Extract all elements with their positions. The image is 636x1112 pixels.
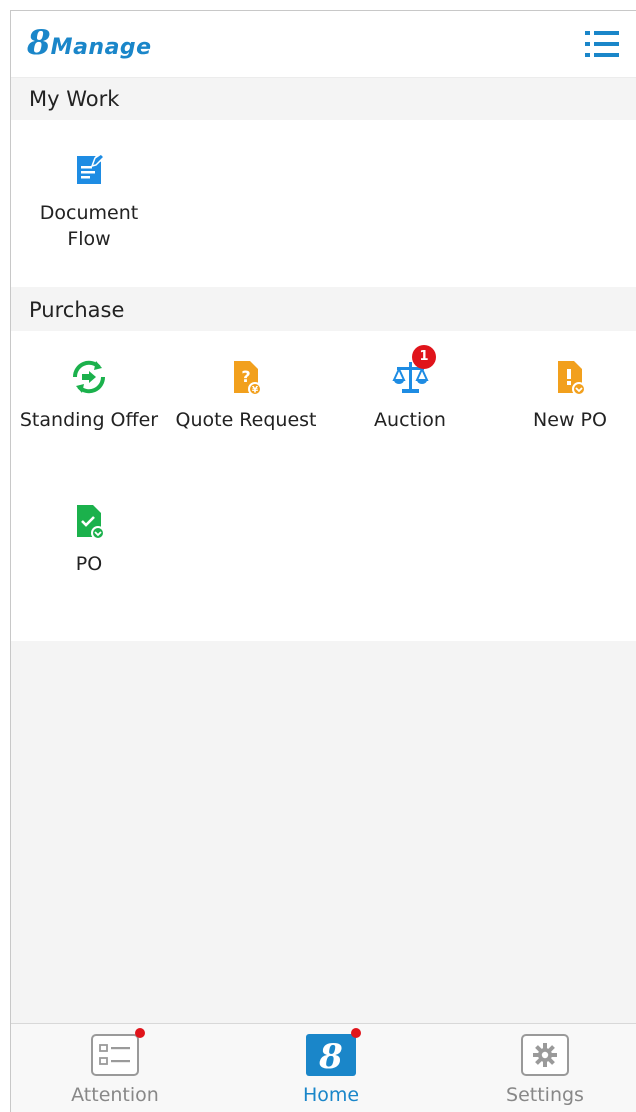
tile-label: New PO — [533, 409, 607, 431]
app-frame: 8 Manage My Work Document Flow Purchase … — [10, 10, 636, 1112]
document-edit-icon — [69, 150, 109, 190]
tab-label: Attention — [71, 1084, 159, 1106]
tab-attention[interactable]: Attention — [35, 1028, 195, 1108]
scales-icon: 1 — [390, 345, 436, 397]
quote-request-icon: ? ¥ — [226, 357, 266, 397]
my-work-panel: Document Flow — [11, 120, 636, 287]
top-bar: 8 Manage — [11, 11, 636, 78]
list-menu-icon[interactable] — [585, 29, 619, 59]
tab-home[interactable]: 8 Home — [251, 1028, 411, 1108]
bottom-nav: Attention 8 Home Settings — [11, 1023, 636, 1112]
checklist-icon — [90, 1028, 145, 1078]
tab-label: Home — [302, 1084, 360, 1106]
tile-standing-offer[interactable]: Standing Offer — [11, 357, 169, 433]
tile-label: PO — [75, 553, 103, 575]
tile-po[interactable]: PO — [11, 501, 169, 577]
standing-offer-icon — [69, 357, 109, 397]
tile-document-flow[interactable]: Document Flow — [11, 150, 169, 252]
po-document-icon — [69, 501, 109, 541]
home-glyph: 8 — [318, 1037, 343, 1077]
notification-dot — [135, 1028, 145, 1038]
svg-text:?: ? — [241, 367, 250, 386]
gear-icon — [520, 1032, 570, 1078]
tab-settings[interactable]: Settings — [465, 1032, 625, 1108]
notification-dot — [351, 1028, 361, 1038]
new-po-icon — [550, 357, 590, 397]
app-logo: 8 Manage — [27, 25, 152, 61]
section-my-work-title: My Work — [11, 78, 636, 120]
tile-new-po[interactable]: New PO — [490, 357, 636, 433]
tile-label: Document Flow — [39, 202, 139, 250]
tile-label: Quote Request — [175, 409, 317, 431]
purchase-panel: Standing Offer ? ¥ Quote Request 1 Aucti… — [11, 331, 636, 641]
tab-label: Settings — [506, 1084, 584, 1106]
logo-digit: 8 — [27, 23, 51, 63]
section-purchase-title: Purchase — [11, 289, 636, 331]
svg-text:¥: ¥ — [252, 386, 259, 396]
home-8-icon: 8 — [306, 1028, 361, 1078]
tile-quote-request[interactable]: ? ¥ Quote Request — [166, 357, 326, 433]
logo-word: Manage — [50, 35, 152, 60]
tile-label: Standing Offer — [19, 409, 159, 431]
auction-badge: 1 — [412, 345, 436, 369]
tile-label: Auction — [374, 409, 446, 431]
tile-auction[interactable]: 1 Auction — [330, 345, 490, 433]
